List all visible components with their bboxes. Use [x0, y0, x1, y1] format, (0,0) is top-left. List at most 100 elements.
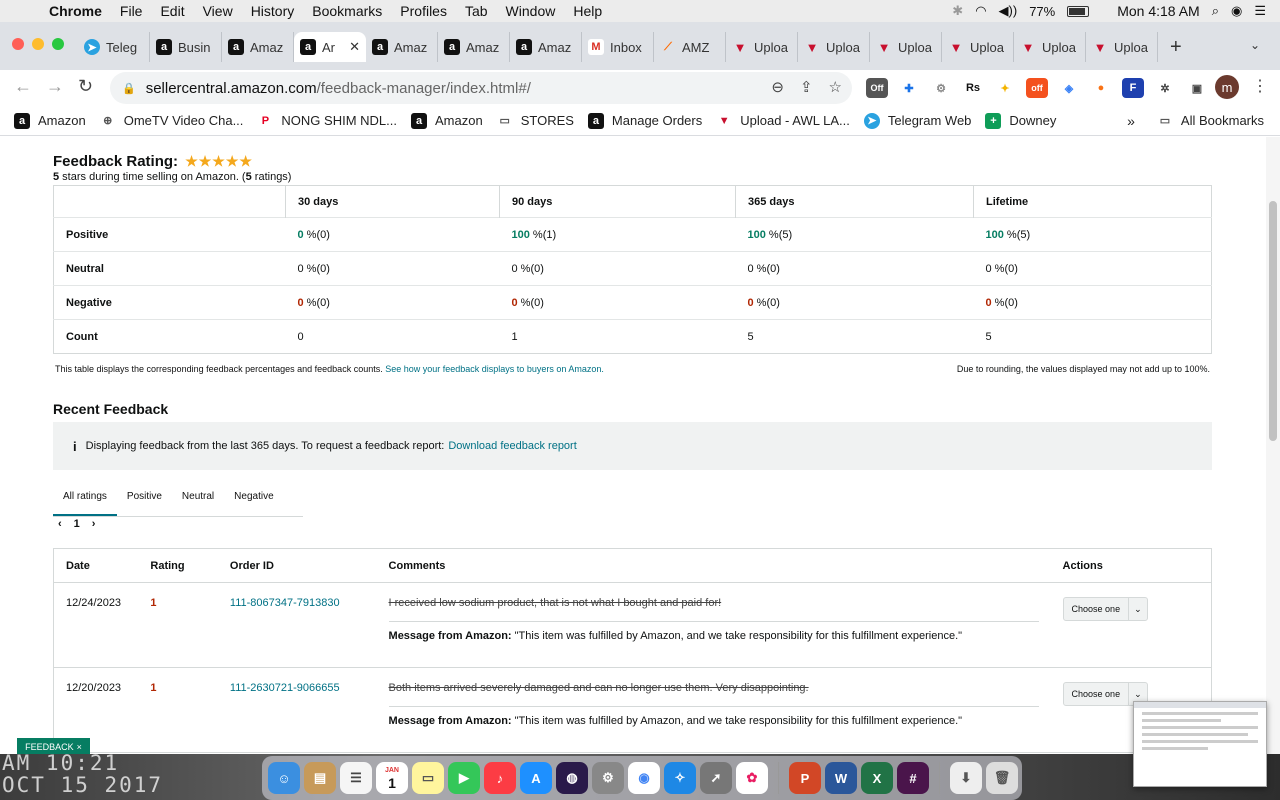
- lock-icon[interactable]: 🔒: [122, 82, 136, 95]
- browser-tab[interactable]: ⟋ AMZ: [654, 32, 726, 62]
- choose-action-dropdown[interactable]: Choose one ⌄: [1062, 597, 1148, 621]
- reminders-icon[interactable]: ☰: [340, 762, 372, 794]
- bookmark-item[interactable]: ⊕ OmeTV Video Cha...: [100, 113, 243, 129]
- browser-tab[interactable]: a Amaz: [438, 32, 510, 62]
- menu-bookmarks[interactable]: Bookmarks: [303, 3, 391, 19]
- buyer-display-link[interactable]: See how your feedback displays to buyers…: [385, 364, 604, 374]
- slack-icon[interactable]: #: [897, 762, 929, 794]
- siri-dock-icon[interactable]: ◍: [556, 762, 588, 794]
- browser-tab[interactable]: ▼ Uploa: [942, 32, 1014, 62]
- tab-search-chevron-icon[interactable]: ⌄: [1250, 38, 1260, 52]
- photos-icon[interactable]: ✿: [736, 762, 768, 794]
- menu-edit[interactable]: Edit: [151, 3, 193, 19]
- excel-icon[interactable]: X: [861, 762, 893, 794]
- ext-cube-icon[interactable]: ◈: [1058, 78, 1080, 98]
- music-icon[interactable]: ♪: [484, 762, 516, 794]
- menu-app-chrome[interactable]: Chrome: [40, 3, 111, 19]
- all-bookmarks-button[interactable]: ▭ All Bookmarks: [1157, 113, 1264, 129]
- ext-circle-icon[interactable]: ●: [1090, 78, 1112, 98]
- next-page-chevron-icon[interactable]: ›: [92, 518, 96, 530]
- reload-button[interactable]: ↻: [78, 76, 93, 97]
- launchpad-icon[interactable]: ➚: [700, 762, 732, 794]
- siri-icon[interactable]: ◉: [1231, 3, 1242, 19]
- chrome-icon[interactable]: ◉: [628, 762, 660, 794]
- screenshot-preview-thumbnail[interactable]: [1133, 701, 1267, 787]
- forward-button[interactable]: →: [46, 76, 64, 97]
- ext-f-icon[interactable]: F: [1122, 78, 1144, 98]
- battery-icon[interactable]: [1067, 5, 1090, 17]
- tab-positive[interactable]: Positive: [117, 485, 172, 516]
- address-bar[interactable]: 🔒 sellercentral.amazon.com /feedback-man…: [110, 72, 852, 104]
- side-panel-icon[interactable]: ▣: [1186, 78, 1208, 98]
- bookmark-item[interactable]: a Manage Orders: [587, 112, 702, 129]
- menu-window[interactable]: Window: [497, 3, 565, 19]
- menu-help[interactable]: Help: [564, 3, 611, 19]
- close-window-button[interactable]: [12, 38, 24, 50]
- word-icon[interactable]: W: [825, 762, 857, 794]
- column-header-actions[interactable]: Actions: [1050, 548, 1212, 583]
- menu-file[interactable]: File: [111, 3, 152, 19]
- contacts-icon[interactable]: ▤: [304, 762, 336, 794]
- bookmark-item[interactable]: ▼ Upload - AWL LA...: [716, 113, 850, 129]
- menu-profiles[interactable]: Profiles: [391, 3, 456, 19]
- bookmark-item[interactable]: ➤ Telegram Web: [863, 112, 971, 129]
- ext-tool-icon[interactable]: ⚙: [930, 78, 952, 98]
- order-id-link[interactable]: 111-2630721-9066655: [217, 667, 377, 753]
- ext-off-icon[interactable]: Off: [866, 78, 888, 98]
- tab-all-ratings[interactable]: All ratings: [53, 485, 117, 516]
- ext-plus-icon[interactable]: ✦: [994, 78, 1016, 98]
- ext-rs-icon[interactable]: Rs: [962, 78, 984, 98]
- browser-tab[interactable]: ▼ Uploa: [1086, 32, 1158, 62]
- browser-tab[interactable]: M Inbox: [582, 32, 654, 62]
- bookmark-item[interactable]: a Amazon: [14, 112, 86, 129]
- bookmark-item[interactable]: ▭ STORES: [497, 113, 574, 129]
- bookmark-star-icon[interactable]: ☆: [829, 78, 842, 96]
- zoom-window-button[interactable]: [52, 38, 64, 50]
- volume-icon[interactable]: ◀)): [999, 3, 1018, 19]
- menu-history[interactable]: History: [242, 3, 304, 19]
- browser-tab[interactable]: ▼ Uploa: [798, 32, 870, 62]
- current-page[interactable]: 1: [74, 518, 80, 530]
- back-button[interactable]: ←: [14, 76, 32, 97]
- browser-tab[interactable]: a Busin: [150, 32, 222, 62]
- calendar-icon[interactable]: JAN 1: [376, 762, 408, 794]
- app-store-icon[interactable]: A: [520, 762, 552, 794]
- page-scrollbar[interactable]: [1266, 137, 1280, 754]
- facetime-icon[interactable]: ▶: [448, 762, 480, 794]
- bookmark-item[interactable]: + Downey: [985, 112, 1056, 129]
- trash-icon[interactable]: 🗑: [986, 762, 1018, 794]
- download-report-link[interactable]: Download feedback report: [448, 440, 576, 452]
- minimize-window-button[interactable]: [32, 38, 44, 50]
- wifi-icon[interactable]: ◠: [975, 3, 986, 19]
- column-header-comments[interactable]: Comments: [376, 548, 1051, 583]
- control-center-icon[interactable]: ☰: [1254, 3, 1266, 19]
- order-id-link[interactable]: 111-8067347-7913830: [217, 582, 377, 668]
- browser-tab[interactable]: ➤ Teleg: [78, 32, 150, 62]
- scrollbar-thumb[interactable]: [1269, 201, 1277, 441]
- menu-clock[interactable]: Mon 4:18 AM: [1117, 3, 1200, 19]
- menu-view[interactable]: View: [194, 3, 242, 19]
- browser-tab[interactable]: a Amaz: [222, 32, 294, 62]
- bookmarks-overflow-button[interactable]: »: [1127, 113, 1135, 129]
- zoom-icon[interactable]: ⊖: [771, 78, 784, 96]
- ext-globe-icon[interactable]: ✚: [898, 78, 920, 98]
- bluetooth-icon[interactable]: ✱: [952, 3, 963, 19]
- extensions-puzzle-icon[interactable]: ✲: [1154, 78, 1176, 98]
- bookmark-item[interactable]: a Amazon: [411, 112, 483, 129]
- prev-page-chevron-icon[interactable]: ‹: [58, 518, 62, 530]
- tab-neutral[interactable]: Neutral: [172, 485, 224, 516]
- column-header-date[interactable]: Date: [53, 548, 139, 583]
- browser-tab[interactable]: a Amaz: [366, 32, 438, 62]
- menu-tab[interactable]: Tab: [456, 3, 497, 19]
- ext-off-badge-icon[interactable]: off: [1026, 78, 1048, 98]
- chrome-menu-icon[interactable]: ⋮: [1252, 76, 1268, 96]
- browser-tab[interactable]: a Ar ✕: [294, 32, 366, 62]
- profile-avatar[interactable]: m: [1215, 75, 1239, 99]
- close-tab-icon[interactable]: ✕: [349, 39, 360, 55]
- column-header-order-id[interactable]: Order ID: [217, 548, 377, 583]
- new-tab-button[interactable]: +: [1170, 36, 1182, 59]
- tab-negative[interactable]: Negative: [224, 485, 283, 516]
- browser-tab[interactable]: ▼ Uploa: [1014, 32, 1086, 62]
- safari-icon[interactable]: ✧: [664, 762, 696, 794]
- system-preferences-icon[interactable]: ⚙: [592, 762, 624, 794]
